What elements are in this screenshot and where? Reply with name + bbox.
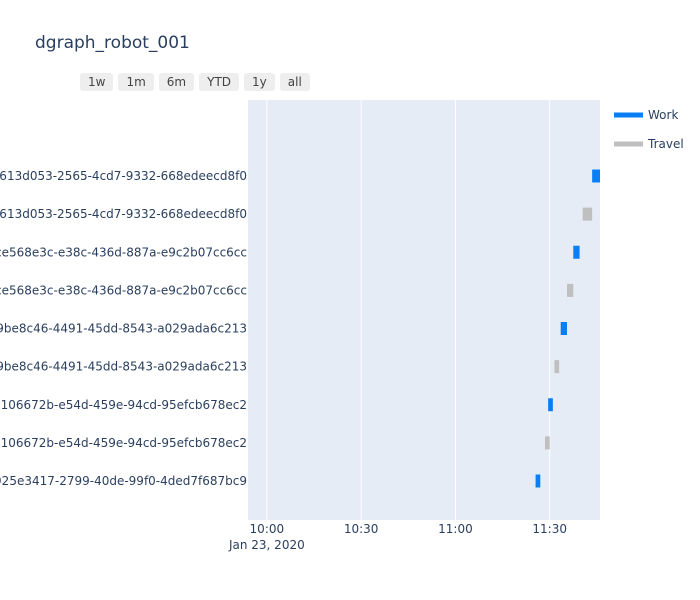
bar-work[interactable]	[560, 322, 567, 335]
bar-work[interactable]	[548, 398, 553, 412]
x-tick-label: 10:30	[344, 522, 379, 536]
y-tick-label: 925e3417-2799-40de-99f0-4ded7f687bc9	[0, 474, 247, 488]
y-tick-label: d9be8c46-4491-45dd-8543-a029ada6c213	[0, 322, 247, 336]
y-tick-label: ce568e3c-e38c-436d-887a-e9c2b07cc6cc	[0, 283, 247, 297]
bar-travel[interactable]	[582, 207, 593, 221]
legend-item-work[interactable]: Work	[648, 108, 678, 122]
bar-travel[interactable]	[554, 360, 560, 374]
x-tick-label: 11:30	[532, 522, 567, 536]
y-tick-label: ce568e3c-e38c-436d-887a-e9c2b07cc6cc	[0, 245, 247, 259]
y-tick-label: d9be8c46-4491-45dd-8543-a029ada6c213	[0, 360, 247, 374]
gantt-chart: 10:00 10:30 11:00 11:30 Jan 23, 2020 b613d053…	[0, 100, 684, 552]
plot-area	[248, 100, 600, 520]
x-date-label: Jan 23, 2020	[228, 538, 305, 552]
bar-work[interactable]	[535, 474, 541, 488]
y-tick-label: 4106672b-e54d-459e-94cd-95efcb678ec2	[0, 398, 247, 412]
legend-item-travel[interactable]: Travel	[647, 137, 684, 151]
bar-work[interactable]	[573, 245, 580, 259]
x-tick-label: 11:00	[438, 522, 473, 536]
bar-travel[interactable]	[567, 283, 574, 297]
y-tick-label: b613d053-2565-4cd7-9332-668edeecd8f0	[0, 169, 247, 183]
bar-work[interactable]	[592, 169, 600, 183]
y-tick-label: 4106672b-e54d-459e-94cd-95efcb678ec2	[0, 436, 247, 450]
bar-travel[interactable]	[545, 436, 550, 450]
y-tick-label: b613d053-2565-4cd7-9332-668edeecd8f0	[0, 207, 247, 221]
x-tick-label: 10:00	[250, 522, 285, 536]
